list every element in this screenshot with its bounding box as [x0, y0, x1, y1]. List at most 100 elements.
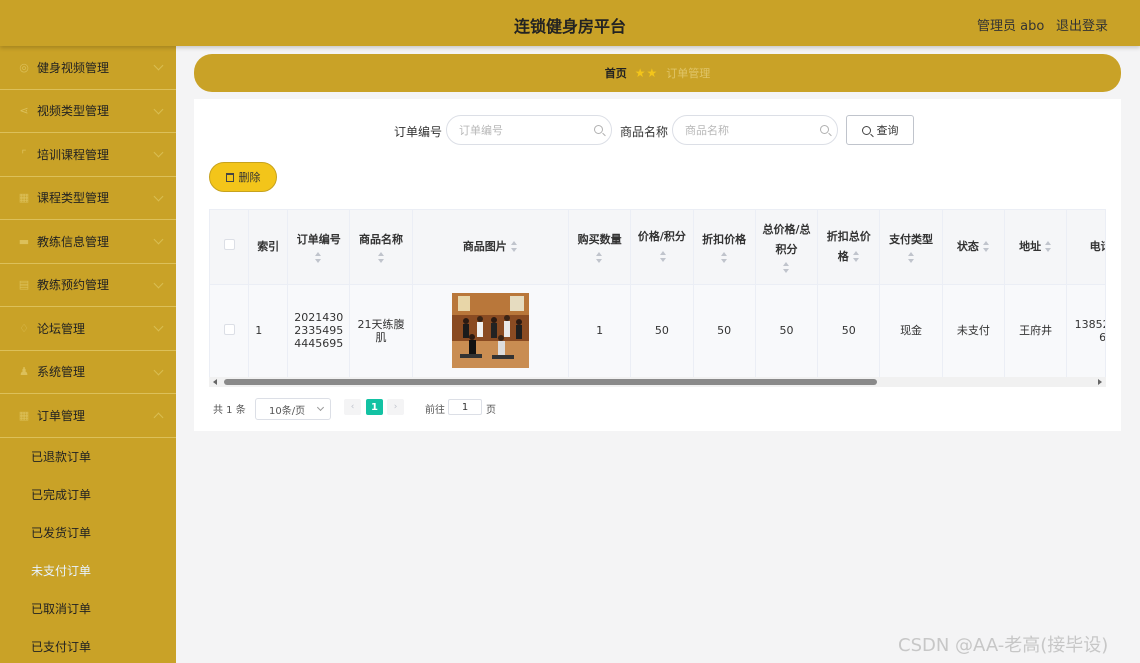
chevron-down-icon	[316, 403, 325, 412]
order-icon: ▦	[18, 408, 30, 422]
chevron-down-icon	[153, 191, 164, 201]
list-icon: ▤	[18, 278, 30, 292]
table-row[interactable]: 1 20214302335495 4445695 21天练腹肌 1 50 50 …	[210, 284, 1105, 377]
sidebar-subitem-refunded[interactable]: 已退款订单	[0, 438, 176, 476]
cell-index: 1	[248, 284, 289, 377]
current-user: 管理员 abo	[977, 19, 1045, 34]
page-number-current[interactable]: 1	[366, 399, 383, 415]
col-quantity[interactable]: 购买数量	[568, 210, 632, 285]
scroll-left-icon[interactable]	[213, 379, 217, 385]
sidebar-item-label: 视频类型管理	[37, 104, 110, 119]
scroll-right-icon[interactable]	[1098, 379, 1102, 385]
user-icon: ♟	[19, 365, 29, 379]
share-icon: ⋖	[19, 104, 29, 118]
sidebar-item-system[interactable]: ♟ 系统管理	[0, 351, 176, 394]
col-discount-price[interactable]: 折扣价格	[693, 210, 756, 285]
sidebar-item-fitness-video[interactable]: ◎ 健身视频管理	[0, 46, 176, 90]
top-bar: 连锁健身房平台 管理员 abo 退出登录	[0, 0, 1140, 46]
chevron-down-icon	[153, 365, 164, 375]
sidebar-item-video-type[interactable]: ⋖ 视频类型管理	[0, 90, 176, 133]
goto-page-input[interactable]	[448, 399, 482, 415]
sidebar-subitem-completed[interactable]: 已完成订单	[0, 476, 176, 514]
sort-icon[interactable]	[1045, 241, 1052, 253]
sort-icon[interactable]	[782, 262, 790, 274]
sidebar-item-label: 系统管理	[37, 365, 86, 380]
sidebar-item-label: 教练预约管理	[37, 278, 110, 293]
order-no-input[interactable]	[446, 115, 612, 145]
scrollbar-thumb[interactable]	[224, 379, 877, 385]
sidebar-item-forum[interactable]: ♢ 论坛管理	[0, 307, 176, 351]
col-address[interactable]: 地址	[1004, 210, 1068, 285]
col-price[interactable]: 价格/积分	[630, 210, 694, 285]
order-no-label: 订单编号	[394, 125, 443, 139]
bulb-icon: ♢	[19, 321, 29, 335]
row-checkbox[interactable]	[223, 323, 235, 335]
sidebar-subitem-shipped[interactable]: 已发货订单	[0, 514, 176, 552]
delete-button-label: 删除	[238, 171, 261, 184]
col-total-label: 总价格/总积分	[762, 223, 811, 257]
sidebar-subitem-unpaid[interactable]: 未支付订单	[0, 552, 176, 590]
cell-pay-type: 现金	[879, 284, 943, 377]
prev-page-button[interactable]: ‹	[344, 399, 361, 415]
select-all-checkbox[interactable]	[223, 238, 235, 250]
product-image[interactable]	[451, 293, 529, 369]
sidebar-item-label: 健身视频管理	[37, 60, 110, 75]
col-total[interactable]: 总价格/总积分	[755, 210, 819, 285]
select-all-cell	[210, 210, 250, 285]
sidebar-subitem-cancelled[interactable]: 已取消订单	[0, 590, 176, 628]
col-phone[interactable]: 电话	[1066, 210, 1105, 285]
sidebar-item-label: 培训课程管理	[37, 147, 110, 162]
horizontal-scrollbar[interactable]	[209, 377, 1106, 387]
col-product-name[interactable]: 商品名称	[349, 210, 413, 285]
chevron-down-icon	[153, 60, 164, 71]
page-size-select[interactable]: 10条/页	[255, 398, 331, 420]
col-pay-type-label: 支付类型	[889, 233, 934, 247]
breadcrumb-home[interactable]: 首页	[605, 65, 627, 81]
chevron-up-icon	[153, 412, 164, 423]
sort-icon[interactable]	[510, 241, 518, 253]
sort-icon[interactable]	[982, 241, 990, 253]
cell-quantity: 1	[568, 284, 632, 377]
star-icon: ★★	[634, 66, 659, 80]
next-page-button[interactable]: ›	[387, 399, 404, 415]
search-icon	[820, 125, 829, 134]
sort-icon[interactable]	[596, 252, 603, 264]
sort-icon[interactable]	[720, 252, 728, 264]
product-name-input[interactable]	[672, 115, 838, 145]
sidebar: ◎ 健身视频管理 ⋖ 视频类型管理 ⌜ 培训课程管理 ▦ 课程类型管理 ▬ 教练…	[0, 46, 176, 663]
sort-icon[interactable]	[315, 252, 322, 264]
sidebar-item-orders[interactable]: ▦ 订单管理	[0, 394, 176, 438]
main-panel: 订单编号 商品名称 查询 删除 索引 订单编号 商品名称	[194, 99, 1121, 431]
sidebar-item-training-course[interactable]: ⌜ 培训课程管理	[0, 133, 176, 177]
sort-icon[interactable]	[852, 251, 860, 263]
sidebar-item-coach-info[interactable]: ▬ 教练信息管理	[0, 220, 176, 264]
query-button[interactable]: 查询	[846, 115, 914, 145]
chevron-down-icon	[153, 234, 164, 245]
sidebar-item-label: 教练信息管理	[37, 234, 110, 249]
sort-icon[interactable]	[907, 252, 915, 264]
sidebar-item-coach-booking[interactable]: ▤ 教练预约管理	[0, 264, 176, 307]
logout-link[interactable]: 退出登录	[1056, 15, 1108, 34]
chevron-down-icon	[153, 321, 164, 332]
col-discount-total[interactable]: 折扣总价格	[817, 210, 881, 285]
col-product-image[interactable]: 商品图片	[412, 210, 569, 285]
sidebar-subitem-paid[interactable]: 已支付订单	[0, 628, 176, 663]
delete-button[interactable]: 删除	[209, 162, 277, 192]
sort-icon[interactable]	[660, 251, 667, 263]
col-order-no[interactable]: 订单编号	[287, 210, 351, 285]
col-status[interactable]: 状态	[942, 210, 1006, 285]
col-discount-price-label: 折扣价格	[702, 233, 747, 247]
watermark: CSDN @AA-老高(接毕设)	[898, 635, 1109, 656]
pagination-total: 共 1 条	[213, 405, 246, 416]
cell-discount-price: 50	[693, 284, 756, 377]
sidebar-item-course-type[interactable]: ▦ 课程类型管理	[0, 177, 176, 220]
col-address-label: 地址	[1019, 239, 1042, 253]
chevron-down-icon	[153, 104, 164, 114]
video-icon: ◎	[19, 60, 29, 74]
app-title: 连锁健身房平台	[513, 17, 626, 36]
cell-order-no: 20214302335495 4445695	[287, 284, 351, 377]
sort-icon[interactable]	[377, 252, 385, 264]
trash-icon	[225, 172, 234, 182]
col-pay-type[interactable]: 支付类型	[879, 210, 943, 285]
goto-suffix: 页	[486, 405, 496, 416]
